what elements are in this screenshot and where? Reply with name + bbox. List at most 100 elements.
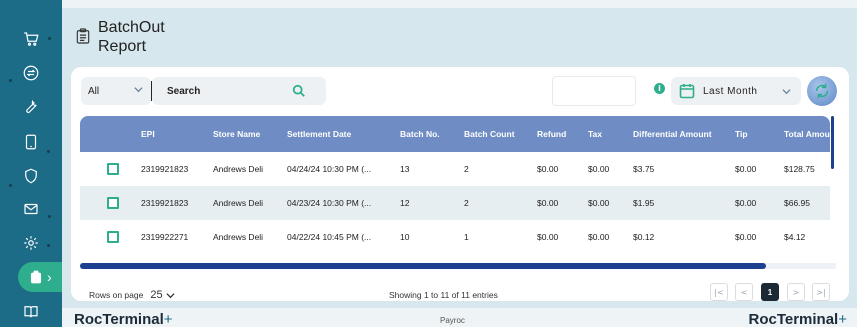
search-icon[interactable] [292,84,306,98]
cell-refund: $0.00 [537,164,559,174]
info-icon[interactable]: i [654,83,665,94]
cell-store-name: Andrews Deli [213,198,264,208]
column-header-epi[interactable]: EPI [141,116,155,152]
page-button-current[interactable]: 1 [761,283,779,301]
page-title-line1: BatchOut [98,19,165,36]
table-row[interactable]: 2319921823 Andrews Deli 04/24/24 10:30 P… [80,152,830,186]
footer: RocTerminal+ Payroc RocTerminal+ [62,308,857,327]
mail-icon[interactable] [19,197,43,221]
search-input[interactable]: Search [152,77,326,105]
column-header-tip[interactable]: Tip [735,116,748,152]
batch-table: EPI Store Name Settlement Date Batch No.… [80,116,830,263]
sidebar: › [0,0,62,327]
horizontal-scrollbar-thumb[interactable] [80,263,766,269]
footer-center-text: Payroc [440,316,465,325]
cell-store-name: Andrews Deli [213,164,264,174]
entries-summary: Showing 1 to 11 of 11 entries [389,290,498,300]
settings-icon[interactable] [19,231,43,255]
column-header-store-name[interactable]: Store Name [213,116,260,152]
column-header-batch-count[interactable]: Batch Count [464,116,515,152]
column-header-tax[interactable]: Tax [588,116,602,152]
column-header-differential-amount[interactable]: Differential Amount [633,116,712,152]
cell-differential-amount: $3.75 [633,164,655,174]
brand-logo-left: RocTerminal+ [74,312,173,327]
date-range-select[interactable]: Last Month [671,77,801,105]
chevron-down-icon [134,85,143,94]
cell-total-amount: $128.75 [784,164,815,174]
cell-batch-count: 2 [464,198,469,208]
last-page-button[interactable]: >| [812,283,830,301]
cell-tip: $0.00 [735,164,757,174]
app-frame: › BatchOut Report All Search i Last Mont… [0,0,857,327]
brand-plus: + [163,311,173,327]
book-icon[interactable] [19,300,43,324]
refresh-button[interactable] [807,76,837,106]
column-header-total-amount[interactable]: Total Amou [784,116,830,152]
rows-per-page-label: Rows on page [89,290,144,300]
rows-per-page: Rows on page 25 [89,289,175,301]
table-header: EPI Store Name Settlement Date Batch No.… [80,116,830,152]
cell-differential-amount: $0.12 [633,232,655,242]
scope-select[interactable]: All [81,77,151,105]
cell-store-name: Andrews Deli [213,232,264,242]
table-row[interactable]: 2319921823 Andrews Deli 04/23/24 10:30 P… [80,186,830,220]
row-checkbox[interactable] [107,231,119,243]
page-header: BatchOut Report [76,18,188,56]
brand-plus: + [838,311,847,327]
vertical-scrollbar[interactable] [831,116,834,169]
cell-batch-no: 10 [400,232,410,242]
refresh-icon [815,83,829,99]
wrench-icon[interactable] [19,94,43,118]
exchange-icon[interactable] [19,61,43,85]
tablet-icon[interactable] [19,130,43,154]
row-checkbox[interactable] [107,163,119,175]
column-header-refund[interactable]: Refund [537,116,566,152]
page-title-line2: Report [98,38,147,55]
cell-settlement-date: 04/22/24 10:45 PM (... [287,232,372,242]
cell-tip: $0.00 [735,198,757,208]
cell-tax: $0.00 [588,198,610,208]
chevron-down-icon [782,87,791,96]
cell-epi: 2319921823 [141,198,189,208]
date-range-value: Last Month [703,85,758,97]
cell-batch-no: 13 [400,164,410,174]
cart-icon[interactable] [19,27,43,51]
brand-logo-right: RocTerminal+ [748,312,847,327]
row-checkbox[interactable] [107,197,119,209]
chevron-down-icon[interactable] [166,291,175,300]
brand-name: RocTerminal [748,311,839,327]
rows-per-page-select[interactable]: 25 [150,289,162,301]
cell-total-amount: $66.95 [784,198,810,208]
cell-batch-count: 2 [464,164,469,174]
cell-settlement-date: 04/24/24 10:30 PM (... [287,164,372,174]
chevron-right-icon: › [47,269,52,285]
table-row[interactable]: 2319922271 Andrews Deli 04/22/24 10:45 P… [80,220,830,254]
main-content: BatchOut Report All Search i Last Month [62,8,857,308]
cell-tax: $0.00 [588,232,610,242]
cell-epi: 2319922271 [141,232,189,242]
report-card: All Search i Last Month EPI Store Name S… [71,67,849,301]
cell-tax: $0.00 [588,164,610,174]
prev-page-button[interactable]: < [735,283,753,301]
cell-batch-no: 12 [400,198,410,208]
scope-select-value: All [88,85,100,97]
clipboard-icon [76,28,92,46]
cell-refund: $0.00 [537,232,559,242]
cell-total-amount: $4.12 [784,232,806,242]
cell-settlement-date: 04/23/24 10:30 PM (... [287,198,372,208]
brand-name: RocTerminal [74,311,164,327]
column-header-settlement-date[interactable]: Settlement Date [287,116,351,152]
page-title: BatchOut Report [98,18,188,56]
first-page-button[interactable]: |< [710,283,728,301]
cell-epi: 2319921823 [141,164,189,174]
cell-refund: $0.00 [537,198,559,208]
empty-filter-box[interactable] [552,76,636,106]
cell-batch-count: 1 [464,232,469,242]
batch-report-icon[interactable]: › [18,262,62,292]
calendar-icon [679,83,695,99]
search-label: Search [167,85,201,97]
column-header-batch-no[interactable]: Batch No. [400,116,440,152]
shield-icon[interactable] [19,164,43,188]
cell-differential-amount: $1.95 [633,198,655,208]
next-page-button[interactable]: > [787,283,805,301]
